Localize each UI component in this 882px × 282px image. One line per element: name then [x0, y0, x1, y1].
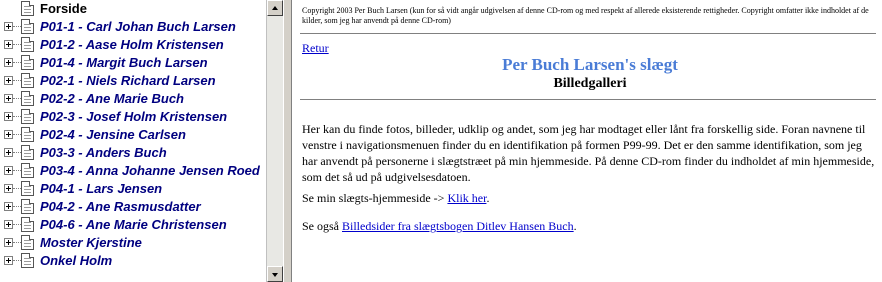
tree-item-label[interactable]: P04-1 - Lars Jensen	[40, 180, 162, 198]
expand-icon[interactable]	[4, 238, 13, 247]
tree-connector	[13, 152, 21, 153]
expand-icon[interactable]	[4, 94, 13, 103]
page-icon	[21, 163, 34, 178]
tree-connector	[13, 224, 21, 225]
page-icon	[21, 109, 34, 124]
tree-item-label[interactable]: P04-6 - Ane Marie Christensen	[40, 216, 227, 234]
tree-item[interactable]: Onkel Holm	[0, 252, 266, 270]
expand-icon[interactable]	[4, 202, 13, 211]
tree-item-label[interactable]: P04-2 - Ane Rasmusdatter	[40, 198, 201, 216]
tree-item[interactable]: P02-4 - Jensine Carlsen	[0, 126, 266, 144]
scrollbar-thumb[interactable]	[267, 16, 283, 266]
expand-icon[interactable]	[4, 58, 13, 67]
navigation-tree: Forside P01-1 - Carl Johan Buch Larsen P0…	[0, 0, 266, 282]
page-title: Per Buch Larsen's slægt	[502, 55, 678, 74]
divider-line	[300, 99, 876, 101]
expand-icon[interactable]	[4, 220, 13, 229]
tree-connector	[13, 206, 21, 207]
homepage-line: Se min slægts-hjemmeside -> Klik her.	[302, 191, 489, 206]
intro-paragraph: Her kan du finde fotos, billeder, udklip…	[302, 122, 875, 184]
tree-item[interactable]: P02-3 - Josef Holm Kristensen	[0, 108, 266, 126]
page-subtitle: Billedgalleri	[553, 76, 627, 91]
expand-icon[interactable]	[4, 148, 13, 157]
back-link[interactable]: Retur	[302, 41, 329, 56]
tree-item-label[interactable]: P02-3 - Josef Holm Kristensen	[40, 108, 227, 126]
homepage-suffix: .	[486, 191, 490, 205]
frame-divider[interactable]	[283, 0, 292, 282]
tree-root-label[interactable]: Forside	[40, 0, 87, 18]
tree-item-label[interactable]: Moster Kjerstine	[40, 234, 142, 252]
scroll-up-button[interactable]	[267, 0, 283, 16]
see-also-line: Se også Billedsider fra slægtsbogen Ditl…	[302, 219, 577, 234]
expand-icon[interactable]	[4, 76, 13, 85]
tree-connector	[13, 44, 21, 45]
tree-connector	[13, 26, 21, 27]
tree-item[interactable]: Moster Kjerstine	[0, 234, 266, 252]
tree-connector	[13, 134, 21, 135]
scroll-down-button[interactable]	[267, 266, 283, 282]
tree-item-label[interactable]: P03-3 - Anders Buch	[40, 144, 167, 162]
tree-item[interactable]: P04-6 - Ane Marie Christensen	[0, 216, 266, 234]
page-icon	[21, 181, 34, 196]
tree-item-label[interactable]: P02-2 - Ane Marie Buch	[40, 90, 184, 108]
expand-icon[interactable]	[4, 166, 13, 175]
see-also-suffix: .	[573, 219, 577, 233]
page-icon	[21, 235, 34, 250]
page-icon	[21, 37, 34, 52]
expand-icon[interactable]	[4, 22, 13, 31]
tree-item-label[interactable]: P02-1 - Niels Richard Larsen	[40, 72, 216, 90]
page-icon	[21, 1, 34, 16]
homepage-link[interactable]: Klik her	[447, 191, 486, 205]
tree-connector	[13, 80, 21, 81]
page-icon	[21, 217, 34, 232]
tree-root[interactable]: Forside	[0, 0, 266, 18]
arrow-down-icon	[272, 273, 278, 277]
tree-item[interactable]: P04-2 - Ane Rasmusdatter	[0, 198, 266, 216]
tree-connector	[13, 62, 21, 63]
page-icon	[21, 145, 34, 160]
divider-line	[300, 33, 876, 35]
page-icon	[21, 127, 34, 142]
tree-item-label[interactable]: P03-4 - Anna Johanne Jensen Roed	[40, 162, 260, 180]
page-icon	[21, 73, 34, 88]
expand-icon[interactable]	[4, 40, 13, 49]
expand-icon[interactable]	[4, 256, 13, 265]
content-pane: Copyright 2003 Per Buch Larsen (kun for …	[292, 0, 882, 282]
tree-connector	[13, 242, 21, 243]
tree-item[interactable]: P01-1 - Carl Johan Buch Larsen	[0, 18, 266, 36]
tree-item[interactable]: P02-1 - Niels Richard Larsen	[0, 72, 266, 90]
copyright-notice: Copyright 2003 Per Buch Larsen (kun for …	[302, 6, 869, 25]
tree-item[interactable]: P04-1 - Lars Jensen	[0, 180, 266, 198]
tree-connector	[13, 170, 21, 171]
tree-item-list: P01-1 - Carl Johan Buch Larsen P01-2 - Aa…	[0, 18, 266, 270]
tree-item-label[interactable]: P02-4 - Jensine Carlsen	[40, 126, 186, 144]
tree-item-label[interactable]: P01-1 - Carl Johan Buch Larsen	[40, 18, 236, 36]
see-also-link[interactable]: Billedsider fra slægtsbogen Ditlev Hanse…	[342, 219, 574, 233]
tree-item-label[interactable]: P01-4 - Margit Buch Larsen	[40, 54, 208, 72]
tree-connector	[13, 116, 21, 117]
page-icon	[21, 253, 34, 268]
tree-scrollbar[interactable]	[266, 0, 283, 282]
see-also-prefix: Se også	[302, 219, 342, 233]
page-icon	[21, 199, 34, 214]
arrow-up-icon	[272, 6, 278, 10]
homepage-prefix: Se min slægts-hjemmeside ->	[302, 191, 448, 205]
tree-item-label[interactable]: P01-2 - Aase Holm Kristensen	[40, 36, 224, 54]
tree-item[interactable]: P03-4 - Anna Johanne Jensen Roed	[0, 162, 266, 180]
tree-item-label[interactable]: Onkel Holm	[40, 252, 112, 270]
expand-icon[interactable]	[4, 112, 13, 121]
tree-connector	[13, 98, 21, 99]
tree-item[interactable]: P03-3 - Anders Buch	[0, 144, 266, 162]
tree-connector	[13, 260, 21, 261]
expand-icon[interactable]	[4, 130, 13, 139]
tree-item[interactable]: P01-2 - Aase Holm Kristensen	[0, 36, 266, 54]
page-icon	[21, 91, 34, 106]
expand-icon[interactable]	[4, 184, 13, 193]
page-icon	[21, 19, 34, 34]
tree-connector	[13, 188, 21, 189]
tree-item[interactable]: P02-2 - Ane Marie Buch	[0, 90, 266, 108]
page-icon	[21, 55, 34, 70]
tree-item[interactable]: P01-4 - Margit Buch Larsen	[0, 54, 266, 72]
